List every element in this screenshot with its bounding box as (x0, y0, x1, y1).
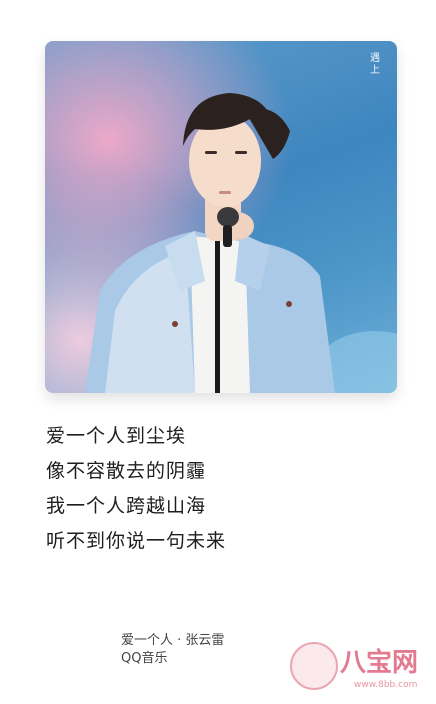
lyrics-block: 爱一个人到尘埃 像不容散去的阴霾 我一个人跨越山海 听不到你说一句未来 (46, 419, 226, 559)
cover-watermark: 遇 上 (370, 53, 380, 76)
lyric-line: 爱一个人到尘埃 (46, 425, 187, 447)
watermark-url: www.8bb.com (354, 680, 418, 690)
song-title-artist: 爱一个人 · 张云雷 (121, 633, 225, 648)
mascot-icon (290, 642, 338, 690)
album-cover: 遇 上 (45, 41, 397, 393)
song-meta: 爱一个人 · 张云雷 QQ音乐 (121, 632, 224, 668)
app-name: QQ音乐 (121, 651, 168, 666)
site-watermark: 八宝网 www.8bb.com (288, 636, 428, 696)
singer-photo (85, 93, 397, 393)
lyric-line: 像不容散去的阴霾 (46, 460, 207, 482)
watermark-brand: 八宝网 (340, 648, 419, 678)
lyric-line: 听不到你说一句未来 (46, 530, 227, 552)
lyric-line: 我一个人跨越山海 (46, 495, 207, 517)
